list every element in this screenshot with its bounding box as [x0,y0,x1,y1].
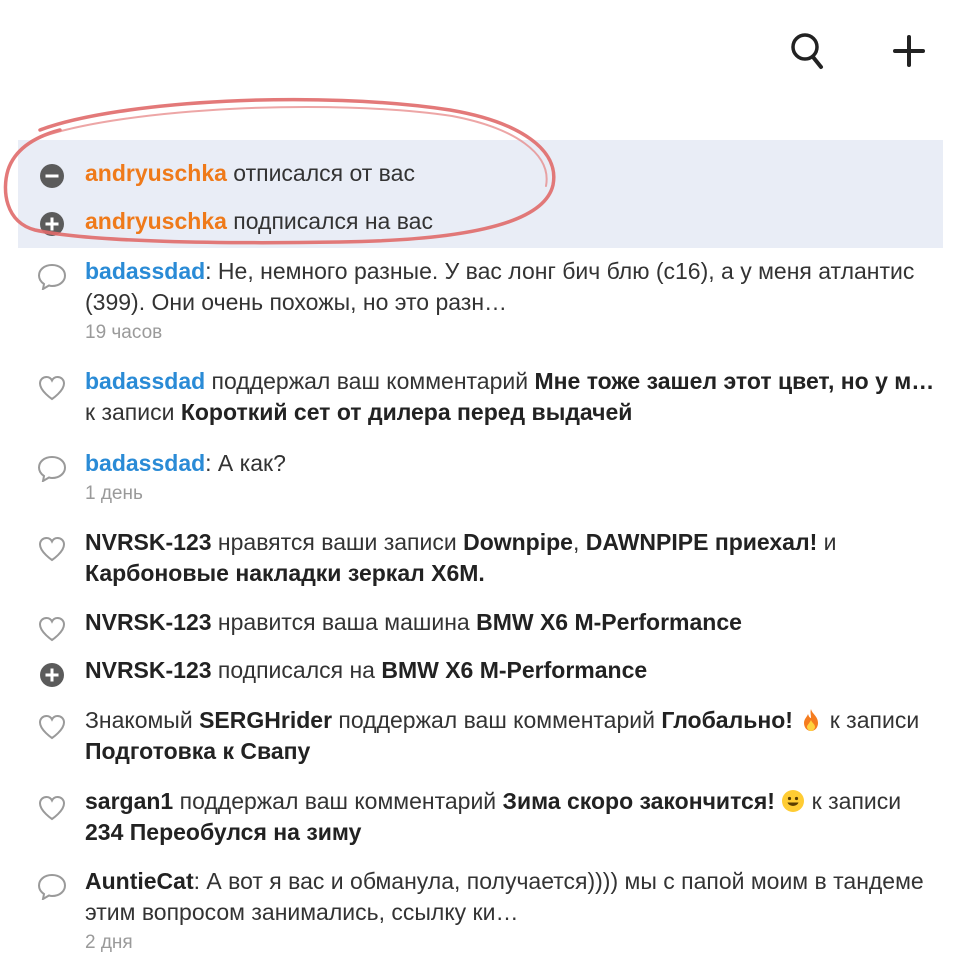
notification-text: NVRSK-123 нравится ваша машина BMW X6 M-… [85,609,742,635]
username-link[interactable]: SERGHrider [199,707,332,733]
add-button[interactable] [884,26,934,76]
post-link[interactable]: Карбоновые накладки зеркал X6M. [85,560,485,586]
comment-icon [36,452,68,484]
plus-icon [893,35,925,67]
smile-emoji-icon [782,790,805,812]
list-item[interactable]: AuntieCat: А вот я вас и обманула, получ… [0,866,960,962]
search-button[interactable] [782,26,832,76]
username-link[interactable]: badassdad [85,368,205,394]
notification-text: andryuschka подписался на вас [85,206,935,237]
notification-text: NVRSK-123 нравятся ваши записи Downpipe,… [85,529,837,586]
username-link[interactable]: andryuschka [85,208,227,234]
username-link[interactable]: AuntieCat [85,868,194,894]
comment-icon [36,260,68,292]
plus-circle-icon [36,659,68,691]
heart-icon [36,613,68,645]
relation-label: Знакомый [85,707,200,733]
notification-text: NVRSK-123 подписался на BMW X6 M-Perform… [85,657,648,683]
post-link[interactable]: 234 Переобулся на зиму [85,819,361,845]
comment-icon [36,870,68,902]
notification-message: подписался на вас [226,208,433,234]
heart-icon [36,711,68,743]
list-item[interactable]: andryuschka отписался от вас [0,152,960,200]
comment-link[interactable]: Зима скоро закончится! [503,788,775,814]
top-bar [0,0,960,110]
list-item[interactable]: badassdad поддержал ваш комментарий Мне … [0,366,960,432]
list-item[interactable]: andryuschka подписался на вас [0,200,960,248]
notification-text: andryuschka отписался от вас [85,158,935,189]
post-link[interactable]: Короткий сет от дилера перед выдачей [181,399,633,425]
list-item[interactable]: NVRSK-123 подписался на BMW X6 M-Perform… [0,655,960,695]
timestamp: 1 день [85,483,143,504]
username-link[interactable]: NVRSK-123 [85,529,212,555]
timestamp: 2 дня [85,932,133,953]
username-link[interactable]: NVRSK-123 [85,609,212,635]
notification-text: Знакомый SERGHrider поддержал ваш коммен… [85,707,920,764]
fire-emoji-icon [804,709,819,731]
comment-preview: : Не, немного разные. У вас лонг бич блю… [85,258,915,315]
comment-link[interactable]: Глобально! [661,707,793,733]
username-link[interactable]: NVRSK-123 [85,657,212,683]
post-link[interactable]: Downpipe [463,529,573,555]
username-link[interactable]: badassdad [85,450,205,476]
username-link[interactable]: sargan1 [85,788,173,814]
heart-icon [36,372,68,404]
minus-circle-icon [36,160,68,192]
comment-link[interactable]: Мне тоже зашел этот цвет, но у м… [534,368,934,394]
list-item[interactable]: NVRSK-123 нравятся ваши записи Downpipe,… [0,527,960,593]
comment-preview: : А как? [205,450,286,476]
heart-icon [36,533,68,565]
timestamp: 19 часов [85,322,163,343]
list-item[interactable]: Знакомый SERGHrider поддержал ваш коммен… [0,705,960,771]
car-link[interactable]: BMW X6 M-Performance [381,657,647,683]
list-item[interactable]: badassdad: Не, немного разные. У вас лон… [0,256,960,352]
post-link[interactable]: Подготовка к Свапу [85,738,310,764]
username-link[interactable]: badassdad [85,258,205,284]
list-item[interactable]: NVRSK-123 нравится ваша машина BMW X6 M-… [0,607,960,647]
notification-text: sargan1 поддержал ваш комментарий Зима с… [85,788,902,845]
list-item[interactable]: sargan1 поддержал ваш комментарий Зима с… [0,786,960,852]
list-item[interactable]: badassdad: А как? 1 день [0,448,960,514]
notification-text: badassdad: Не, немного разные. У вас лон… [85,256,935,346]
notification-text: AuntieCat: А вот я вас и обманула, получ… [85,866,935,956]
notification-text: badassdad: А как? 1 день [85,448,935,507]
heart-icon [36,792,68,824]
car-link[interactable]: BMW X6 M-Performance [476,609,742,635]
post-link[interactable]: DAWNPIPE приехал! [586,529,818,555]
notification-message: отписался от вас [226,160,415,186]
search-icon [791,33,823,69]
username-link[interactable]: andryuschka [85,160,227,186]
comment-preview: : А вот я вас и обманула, получается))))… [85,868,924,925]
notification-text: badassdad поддержал ваш комментарий Мне … [85,368,935,425]
plus-circle-icon [36,208,68,240]
